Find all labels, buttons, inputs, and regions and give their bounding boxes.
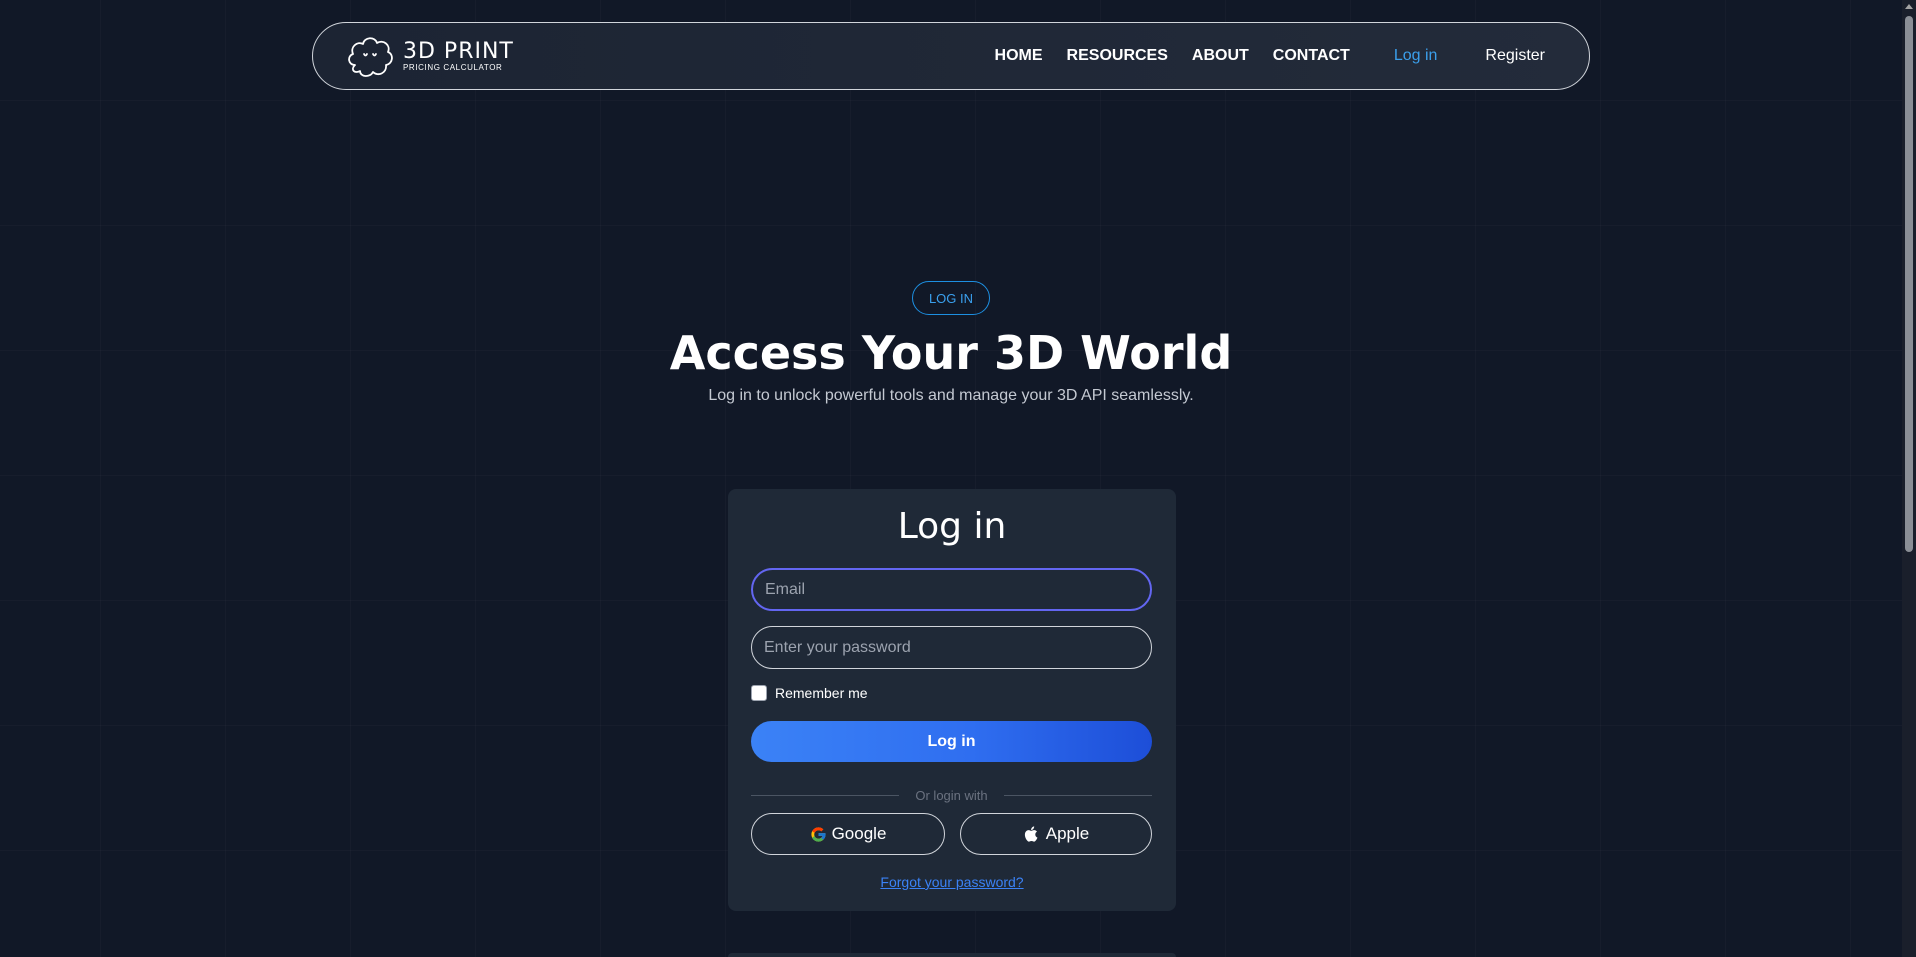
email-field[interactable] — [751, 568, 1152, 611]
remember-me: Remember me — [751, 685, 868, 701]
nav-link-home[interactable]: HOME — [995, 47, 1043, 65]
nav-login-link[interactable]: Log in — [1394, 47, 1438, 65]
page-scrollbar[interactable] — [1902, 0, 1916, 957]
next-card-edge — [728, 953, 1176, 957]
password-field[interactable] — [751, 626, 1152, 669]
divider-line-left — [751, 794, 900, 796]
google-icon — [810, 826, 827, 843]
page-subtitle: Log in to unlock powerful tools and mana… — [708, 387, 1194, 404]
cloud-face-icon — [345, 33, 395, 81]
apple-label: Apple — [1045, 824, 1090, 843]
or-divider: Or login with — [751, 786, 1152, 804]
login-card: Log in Remember me Log in Or login with … — [728, 489, 1176, 911]
forgot-password-link[interactable]: Forgot your password? — [728, 874, 1176, 890]
apple-login-button[interactable]: Apple — [960, 813, 1152, 855]
top-navbar: 3D PRINT PRICING CALCULATOR HOME RESOURC… — [312, 22, 1590, 90]
divider-text: Or login with — [915, 787, 988, 803]
google-login-button[interactable]: Google — [751, 813, 945, 855]
section-badge: LOG IN — [912, 281, 990, 315]
logo-subtitle: PRICING CALCULATOR — [403, 63, 503, 72]
scroll-up-arrow-icon[interactable] — [1905, 4, 1913, 9]
login-card-title: Log in — [897, 506, 1007, 547]
remember-me-checkbox[interactable] — [751, 685, 767, 701]
login-button[interactable]: Log in — [751, 721, 1152, 762]
nav-register-link[interactable]: Register — [1485, 47, 1545, 65]
remember-me-label: Remember me — [775, 685, 868, 701]
nav-link-contact[interactable]: CONTACT — [1273, 47, 1350, 65]
logo[interactable]: 3D PRINT PRICING CALCULATOR — [345, 33, 514, 81]
nav-link-about[interactable]: ABOUT — [1192, 47, 1249, 65]
nav-link-resources[interactable]: RESOURCES — [1067, 47, 1168, 65]
google-label: Google — [831, 824, 887, 843]
apple-icon — [1023, 824, 1041, 844]
scrollbar-thumb[interactable] — [1905, 16, 1913, 552]
divider-line-right — [1003, 794, 1152, 796]
page-title: Access Your 3D World — [669, 326, 1233, 380]
logo-title: 3D PRINT — [403, 39, 514, 64]
nav-links: HOME RESOURCES ABOUT CONTACT Log in Regi… — [995, 23, 1545, 88]
